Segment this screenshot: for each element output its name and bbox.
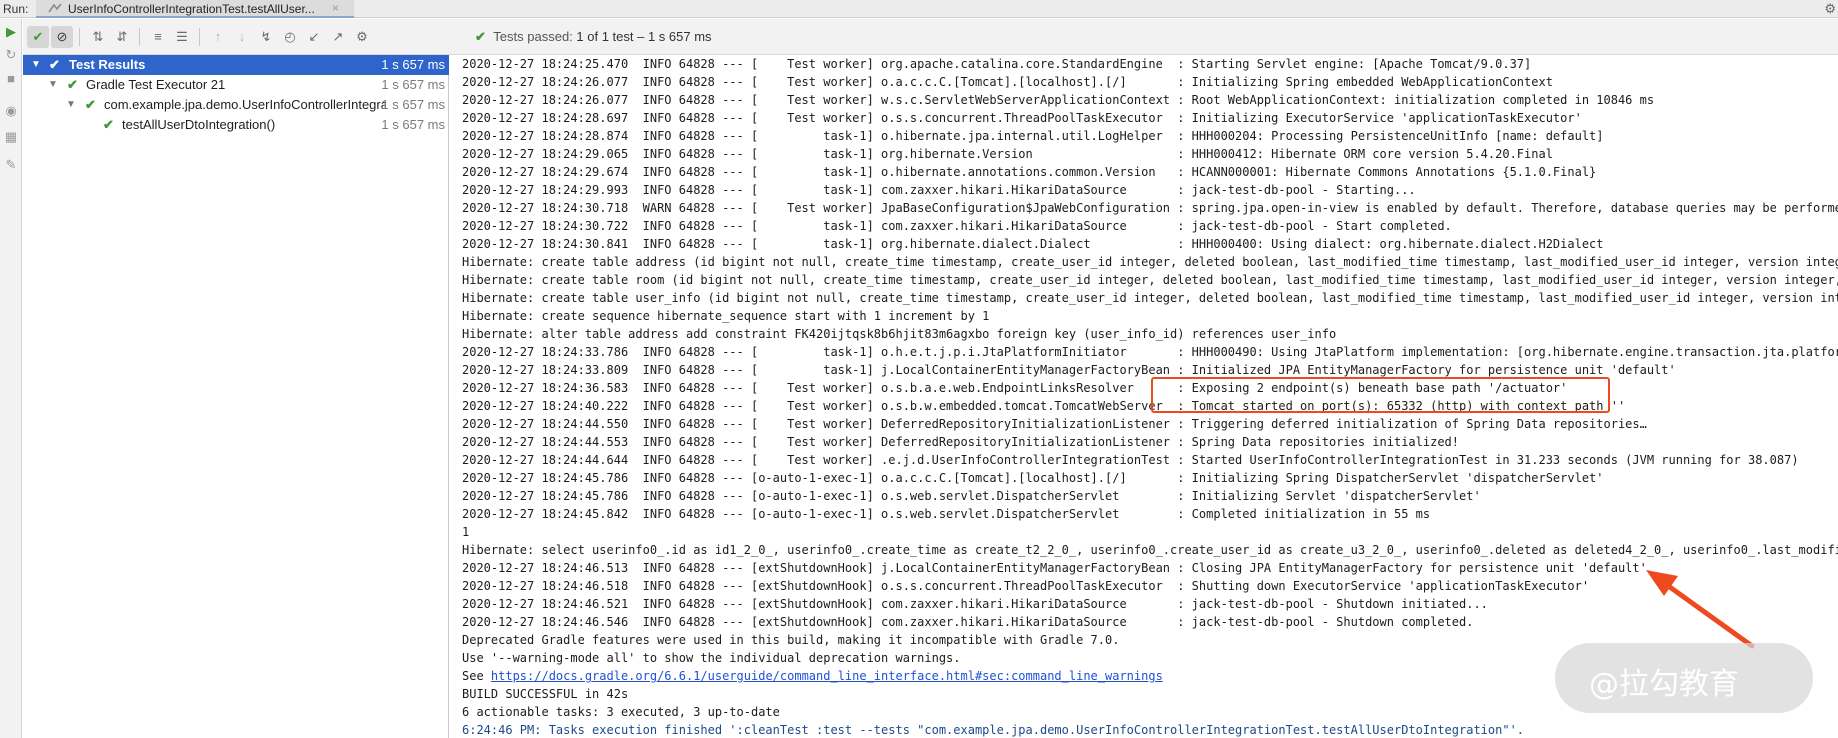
run-label: Run: — [3, 2, 29, 16]
console-line: 2020-12-27 18:24:29.993 INFO 64828 --- [… — [462, 183, 1416, 197]
history-icon[interactable]: ◴ — [279, 26, 301, 48]
tree-node-time: 1 s 657 ms — [381, 77, 445, 92]
console-line: BUILD SUCCESSFUL in 42s — [462, 687, 629, 701]
view-icon[interactable]: ◉ — [3, 103, 19, 119]
tree-node-executor[interactable]: ▼ ✔ Gradle Test Executor 21 1 s 657 ms — [23, 75, 449, 95]
tree-node-test-method[interactable]: ✔ testAllUserDtoIntegration() 1 s 657 ms — [23, 115, 449, 135]
tree-node-test-class[interactable]: ▼ ✔ com.example.jpa.demo.UserInfoControl… — [23, 95, 449, 115]
see-prefix: See — [462, 669, 491, 683]
console-line: Hibernate: create sequence hibernate_seq… — [462, 309, 990, 323]
console-line: 6 actionable tasks: 3 executed, 3 up-to-… — [462, 705, 780, 719]
run-config-icon — [48, 3, 62, 13]
toolbar-separator — [199, 28, 200, 46]
gradle-docs-link[interactable]: https://docs.gradle.org/6.6.1/userguide/… — [491, 669, 1163, 683]
test-runner-toolbar: ✔ ⊘ ⇅ ⇵ ≡ ☰ ↑ ↓ ↯ ◴ ↙ ↗ ⚙ ✔ Tests passed… — [23, 19, 1838, 55]
console-line: Deprecated Gradle features were used in … — [462, 633, 1120, 647]
sort-alpha-icon[interactable]: ⇅ — [87, 26, 109, 48]
console-line: 2020-12-27 18:24:44.553 INFO 64828 --- [… — [462, 435, 1459, 449]
console-line: 2020-12-27 18:24:45.786 INFO 64828 --- [… — [462, 489, 1481, 503]
layout-icon[interactable]: ▦ — [3, 129, 19, 145]
annotation-arrow — [1646, 570, 1755, 649]
run-tool-window-header: Run: UserInfoControllerIntegrationTest.t… — [0, 0, 1838, 18]
console-line: 2020-12-27 18:24:28.874 INFO 64828 --- [… — [462, 129, 1604, 143]
console-line: 2020-12-27 18:24:29.065 INFO 64828 --- [… — [462, 147, 1553, 161]
expand-arrow-icon[interactable]: ▼ — [66, 95, 76, 115]
run-tab[interactable]: UserInfoControllerIntegrationTest.testAl… — [36, 0, 354, 18]
console-line: 2020-12-27 18:24:45.842 INFO 64828 --- [… — [462, 507, 1431, 521]
export-icon[interactable]: ↙ — [303, 26, 325, 48]
stop-icon[interactable]: ■ — [3, 71, 19, 87]
passed-icon: ✔ — [103, 117, 114, 132]
annotation-highlight-box — [1151, 377, 1610, 413]
tree-node-label: com.example.jpa.demo.UserInfoControllerI… — [104, 97, 386, 112]
next-failed-icon[interactable]: ↓ — [231, 26, 253, 48]
console-line: Hibernate: alter table address add const… — [462, 327, 1337, 341]
console-line: 2020-12-27 18:24:46.513 INFO 64828 --- [… — [462, 561, 1647, 575]
open-window-icon[interactable]: ↗ — [327, 26, 349, 48]
console-line: 2020-12-27 18:24:30.841 INFO 64828 --- [… — [462, 237, 1604, 251]
tree-node-test-results[interactable]: ▼ ✔ Test Results 1 s 657 ms — [23, 55, 449, 75]
console-line: 2020-12-27 18:24:46.546 INFO 64828 --- [… — [462, 615, 1474, 629]
rerun-icon[interactable]: ▶ — [3, 24, 19, 40]
import-tests-icon[interactable]: ↯ — [255, 26, 277, 48]
run-side-toolbar: ▶ ↻ ■ ◉ ▦ ✎ — [0, 19, 22, 738]
expand-all-icon[interactable]: ≡ — [147, 26, 169, 48]
console-line: Hibernate: create table user_info (id bi… — [462, 291, 1838, 305]
console-line: 2020-12-27 18:24:26.077 INFO 64828 --- [… — [462, 93, 1655, 107]
show-passed-icon[interactable]: ✔ — [27, 26, 49, 48]
show-ignored-icon[interactable]: ⊘ — [51, 26, 73, 48]
tree-node-label: Gradle Test Executor 21 — [86, 77, 226, 92]
passed-icon: ✔ — [85, 97, 96, 112]
status-value: 1 of 1 test – 1 s 657 ms — [576, 29, 712, 44]
console-line: Hibernate: create table address (id bigi… — [462, 255, 1838, 269]
console-line: 2020-12-27 18:24:30.722 INFO 64828 --- [… — [462, 219, 1452, 233]
console-line: 2020-12-27 18:24:44.550 INFO 64828 --- [… — [462, 417, 1647, 431]
console-line: 2020-12-27 18:24:46.518 INFO 64828 --- [… — [462, 579, 1590, 593]
console-line: 1 — [462, 525, 470, 539]
pin-icon[interactable]: ✎ — [3, 157, 19, 173]
console-line: 2020-12-27 18:24:33.786 INFO 64828 --- [… — [462, 345, 1838, 359]
console-line: 2020-12-27 18:24:28.697 INFO 64828 --- [… — [462, 111, 1582, 125]
watermark-text: @拉勾教育 — [1589, 667, 1739, 702]
rerun-failed-icon[interactable]: ↻ — [3, 47, 19, 63]
tree-node-time: 1 s 657 ms — [381, 117, 445, 132]
console-line: 2020-12-27 18:24:29.674 INFO 64828 --- [… — [462, 165, 1597, 179]
console-line-see: See https://docs.gradle.org/6.6.1/usergu… — [462, 667, 1163, 685]
prev-failed-icon[interactable]: ↑ — [207, 26, 229, 48]
settings-icon[interactable]: ⚙ — [351, 26, 373, 48]
sort-duration-icon[interactable]: ⇵ — [111, 26, 133, 48]
tree-node-label: testAllUserDtoIntegration() — [122, 117, 276, 132]
console-line: 2020-12-27 18:24:44.644 INFO 64828 --- [… — [462, 453, 1799, 467]
console-line: Hibernate: create table room (id bigint … — [462, 273, 1838, 287]
test-status: ✔ Tests passed: 1 of 1 test – 1 s 657 ms — [475, 29, 712, 45]
console-line: Use '--warning-mode all' to show the ind… — [462, 651, 961, 665]
gear-icon[interactable]: ⚙ — [1824, 1, 1836, 17]
console-line: 2020-12-27 18:24:26.077 INFO 64828 --- [… — [462, 75, 1553, 89]
passed-icon: ✔ — [67, 77, 78, 92]
console-line: Hibernate: select userinfo0_.id as id1_2… — [462, 543, 1838, 557]
console-line-finished: 6:24:46 PM: Tasks execution finished ':c… — [462, 723, 1525, 737]
console-line: 2020-12-27 18:24:45.786 INFO 64828 --- [… — [462, 471, 1604, 485]
status-prefix: Tests passed: — [493, 29, 573, 44]
console-line: 2020-12-27 18:24:30.718 WARN 64828 --- [… — [462, 201, 1838, 215]
test-results-tree: ▼ ✔ Test Results 1 s 657 ms ▼ ✔ Gradle T… — [23, 55, 449, 738]
expand-arrow-icon[interactable]: ▼ — [48, 75, 58, 95]
console-line: 2020-12-27 18:24:25.470 INFO 64828 --- [… — [462, 57, 1532, 71]
tab-close-icon[interactable]: × — [332, 1, 339, 15]
collapse-all-icon[interactable]: ☰ — [171, 26, 193, 48]
toolbar-separator — [139, 28, 140, 46]
tree-node-time: 1 s 657 ms — [381, 57, 445, 72]
console-line: 2020-12-27 18:24:46.521 INFO 64828 --- [… — [462, 597, 1488, 611]
watermark: @拉勾教育 — [1555, 643, 1813, 713]
passed-check-icon: ✔ — [475, 29, 486, 44]
console-output[interactable]: 2020-12-27 18:24:25.470 INFO 64828 --- [… — [450, 55, 1838, 738]
tree-node-label: Test Results — [69, 57, 146, 72]
expand-arrow-icon[interactable]: ▼ — [31, 55, 41, 75]
tree-node-time: 1 s 657 ms — [381, 97, 445, 112]
toolbar-separator — [79, 28, 80, 46]
run-tab-title: UserInfoControllerIntegrationTest.testAl… — [68, 2, 315, 16]
passed-icon: ✔ — [49, 57, 60, 72]
